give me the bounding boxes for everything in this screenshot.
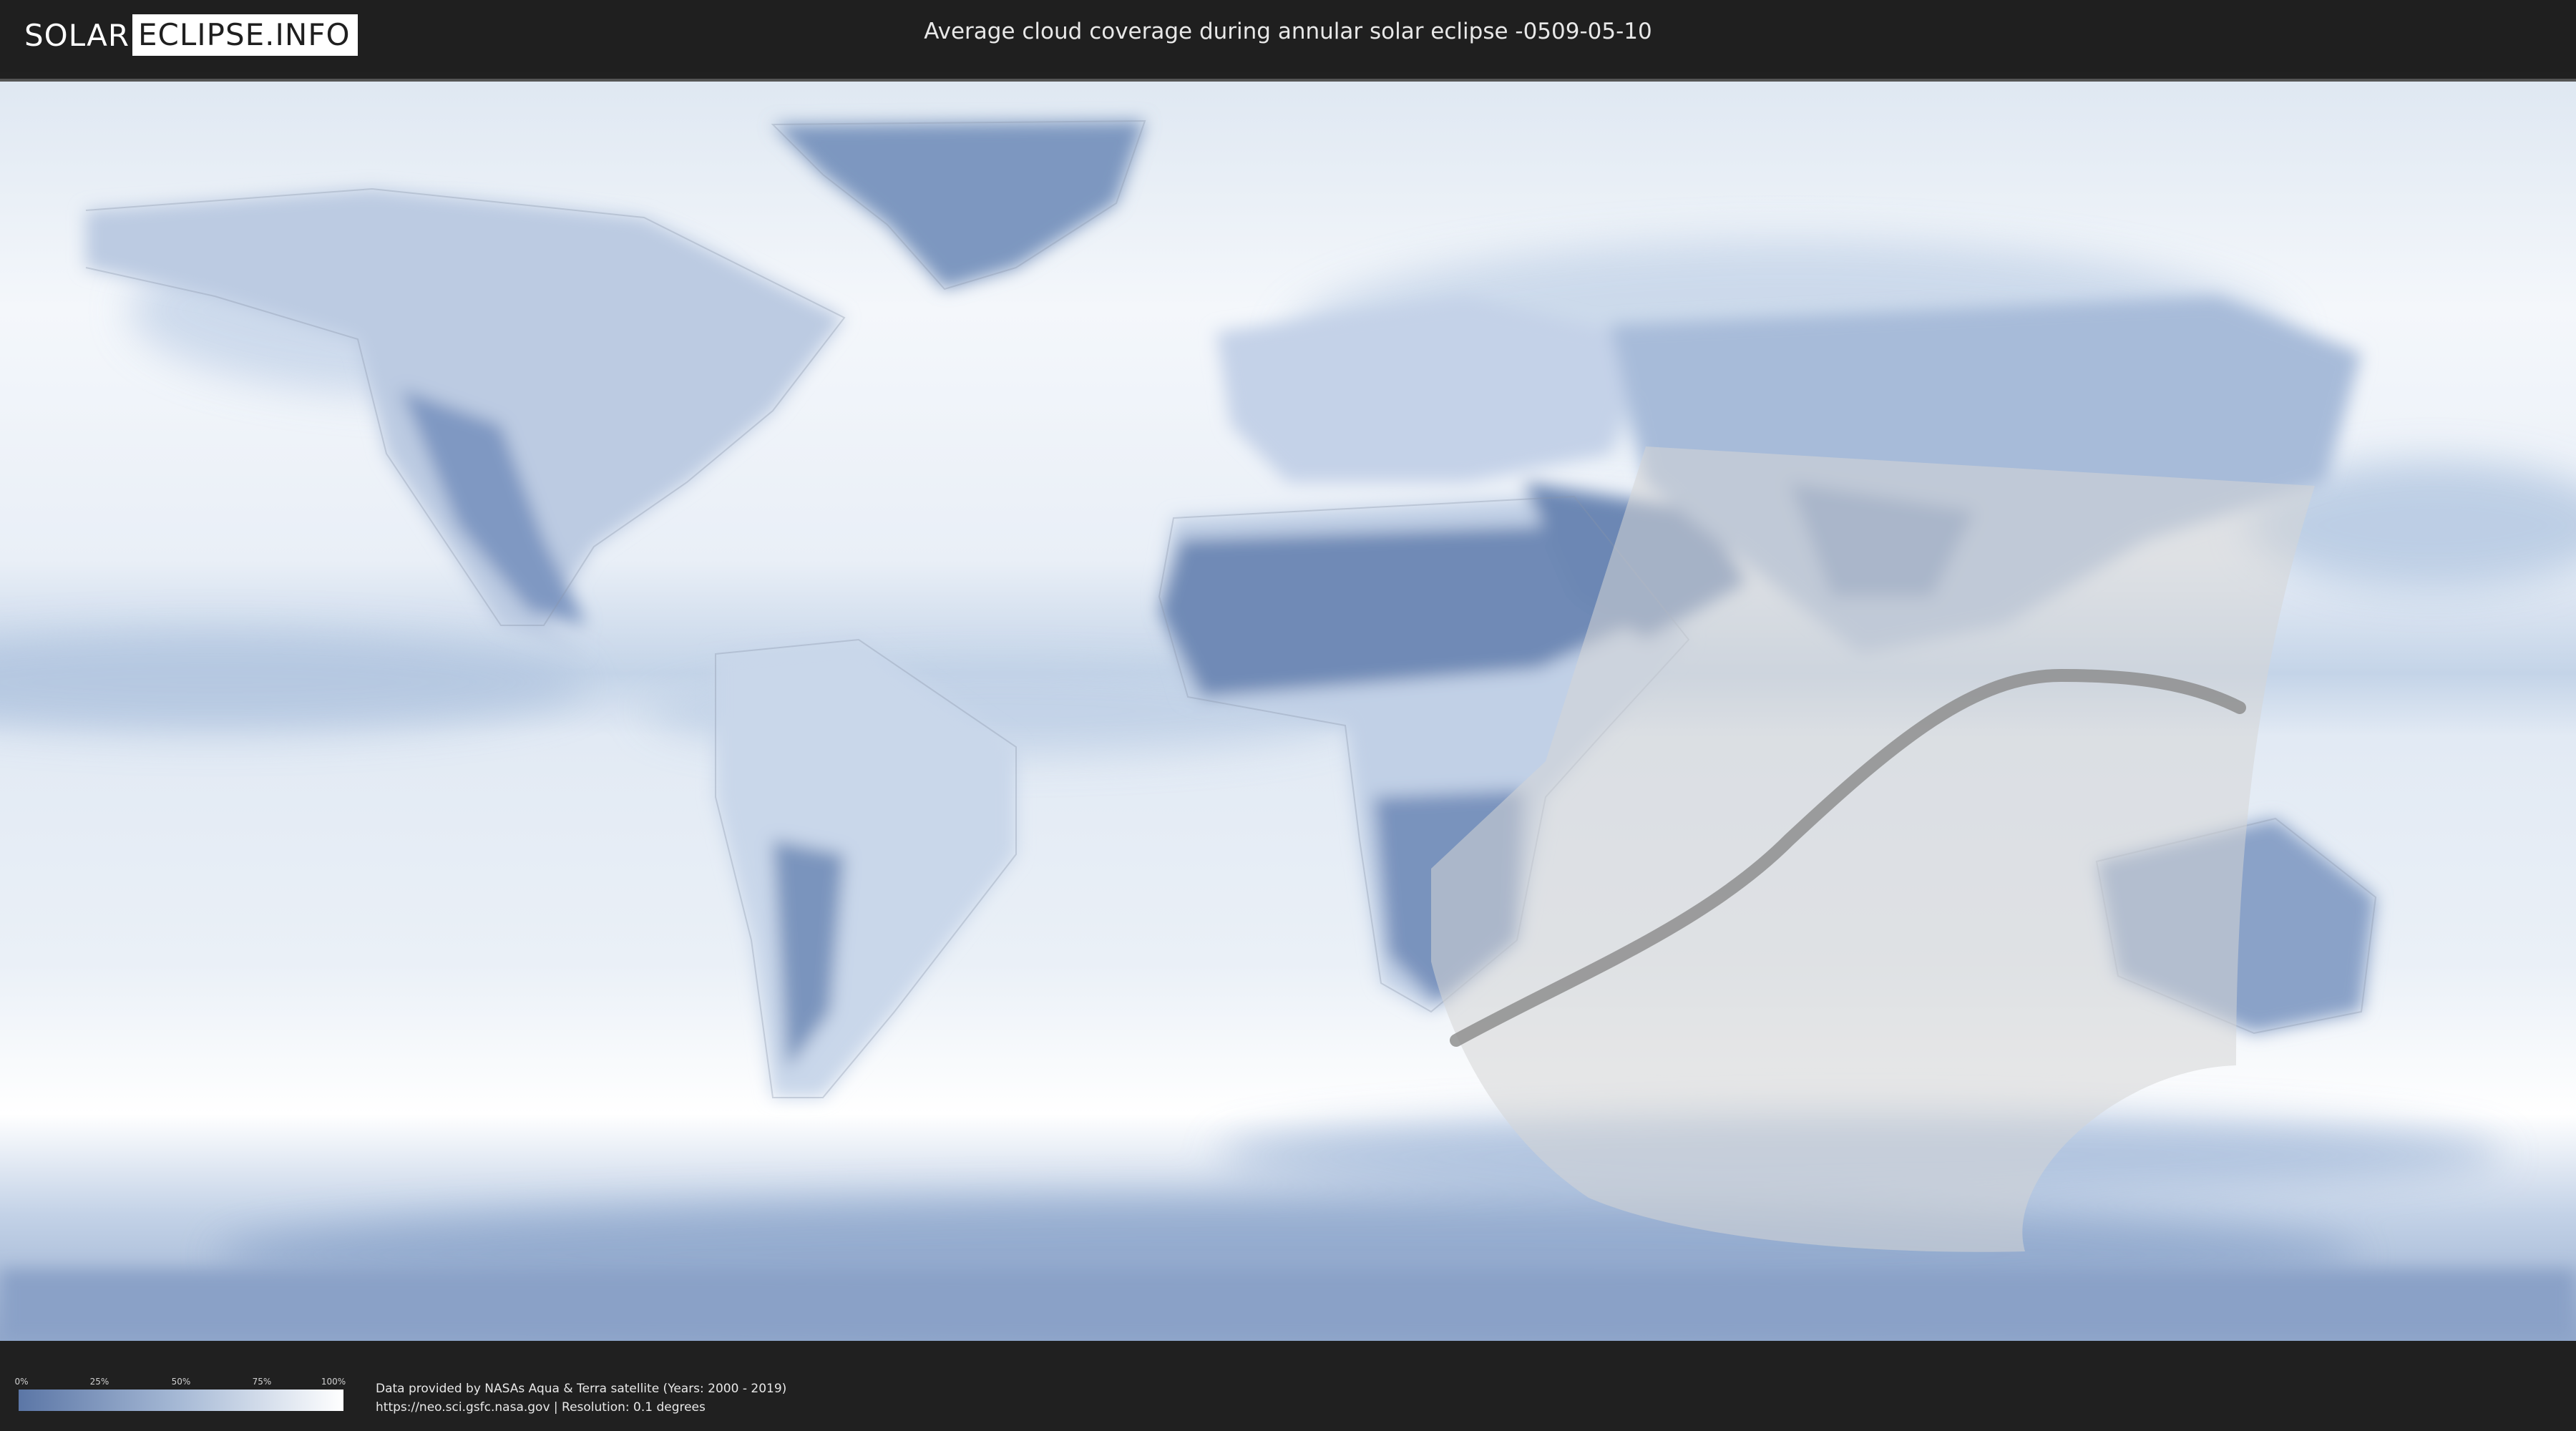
legend-tick-50: 50% (171, 1377, 191, 1387)
legend-color-bar (19, 1390, 343, 1411)
credit-line-url[interactable]: https://neo.sci.gsfc.nasa.gov | Resoluti… (376, 1398, 786, 1417)
world-map (0, 79, 2576, 1341)
data-credit: Data provided by NASAs Aqua & Terra sate… (376, 1379, 786, 1417)
cloud-coverage-map (0, 82, 2576, 1341)
legend-tick-25: 25% (89, 1377, 109, 1387)
cloud-coverage-legend: 0% 25% 50% 75% 100% (14, 1377, 346, 1411)
credit-line-source: Data provided by NASAs Aqua & Terra sate… (376, 1382, 787, 1396)
page-title: Average cloud coverage during annular so… (924, 19, 1652, 44)
legend-tick-100: 100% (321, 1377, 346, 1387)
legend-tick-75: 75% (252, 1377, 272, 1387)
header-bar: SOLAR ECLIPSE.INFO Average cloud coverag… (0, 0, 2576, 72)
legend-tick-0: 0% (14, 1377, 29, 1387)
footer-bar: 0% 25% 50% 75% 100% Data provided by NAS… (0, 1359, 2576, 1431)
